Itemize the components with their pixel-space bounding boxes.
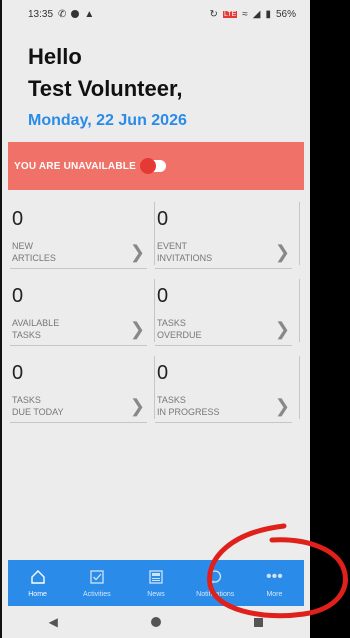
chevron-right-icon: ❯ <box>274 396 290 416</box>
wifi-icon: ≈ <box>242 8 248 20</box>
tile-divider <box>155 268 292 269</box>
volte-icon: LTE <box>222 10 238 18</box>
tile-new-articles[interactable]: 0 NEW ARTICLES ❯ <box>10 198 155 275</box>
back-icon[interactable]: ◀ <box>49 615 58 629</box>
tile-divider <box>155 345 292 346</box>
tile-label: TASKS OVERDUE <box>157 318 202 340</box>
tile-divider <box>155 422 292 423</box>
availability-label: YOU ARE UNAVAILABLE <box>14 160 136 172</box>
tile-label: EVENT INVITATIONS <box>157 241 213 263</box>
tile-separator <box>299 356 300 419</box>
battery-percent: 56% <box>275 8 296 20</box>
checkbox-icon <box>89 569 105 585</box>
current-date: Monday, 22 Jun 2026 <box>28 112 187 129</box>
tile-tasks-due-today[interactable]: 0 TASKS DUE TODAY ❯ <box>10 352 155 429</box>
stats-grid: 0 NEW ARTICLES ❯ 0 EVENT INVITATIONS ❯ 0… <box>10 198 300 429</box>
tile-divider <box>10 268 147 269</box>
chevron-right-icon: ❯ <box>129 242 145 262</box>
status-bar: 13:35 ✆ ▲ ↻ LTE ≈ ◢ ▮ 56% <box>2 0 310 28</box>
tile-separator <box>299 279 300 342</box>
nav-activities[interactable]: Activities <box>67 560 126 606</box>
nav-label: Activities <box>82 590 111 598</box>
app-icon: ▲ <box>84 8 95 20</box>
chevron-right-icon: ❯ <box>129 396 145 416</box>
battery-icon: ▮ <box>265 8 271 20</box>
tile-separator <box>299 202 300 265</box>
record-dot-icon <box>71 10 80 18</box>
chevron-right-icon: ❯ <box>129 319 145 339</box>
tile-count: 0 <box>12 208 24 230</box>
greeting-name: Test Volunteer, <box>28 76 183 101</box>
tile-count: 0 <box>157 362 169 384</box>
tile-count: 0 <box>157 285 169 307</box>
tile-label: NEW ARTICLES <box>12 241 56 263</box>
signal-icon: ◢ <box>252 8 261 20</box>
availability-banner: YOU ARE UNAVAILABLE <box>8 142 304 190</box>
chevron-right-icon: ❯ <box>274 242 290 262</box>
tile-tasks-overdue[interactable]: 0 TASKS OVERDUE ❯ <box>155 275 300 352</box>
status-time: 13:35 <box>28 8 54 20</box>
tile-divider <box>10 422 147 423</box>
nav-label: News <box>147 590 165 598</box>
greeting: Hello Test Volunteer, <box>28 44 182 102</box>
highlight-circle-annotation <box>207 523 348 619</box>
vibrate-icon: ↻ <box>209 8 218 20</box>
chevron-right-icon: ❯ <box>274 319 290 339</box>
greeting-hello: Hello <box>28 44 82 69</box>
whatsapp-icon: ✆ <box>58 8 67 20</box>
tile-divider <box>10 345 147 346</box>
toggle-knob <box>139 158 156 174</box>
tile-tasks-in-progress[interactable]: 0 TASKS IN PROGRESS ❯ <box>155 352 300 429</box>
tile-event-invitations[interactable]: 0 EVENT INVITATIONS ❯ <box>155 198 300 275</box>
nav-home[interactable]: Home <box>8 560 67 606</box>
news-icon <box>148 569 164 585</box>
tile-label: AVAILABLE TASKS <box>12 318 60 340</box>
tile-count: 0 <box>157 208 169 230</box>
tile-label: TASKS DUE TODAY <box>12 395 64 417</box>
availability-toggle[interactable] <box>139 158 166 174</box>
nav-news[interactable]: News <box>126 560 185 606</box>
home-button-icon[interactable] <box>151 617 162 627</box>
tile-count: 0 <box>12 285 24 307</box>
tile-available-tasks[interactable]: 0 AVAILABLE TASKS ❯ <box>10 275 155 352</box>
tile-count: 0 <box>12 362 24 384</box>
tile-label: TASKS IN PROGRESS <box>157 395 220 417</box>
home-icon <box>30 569 46 585</box>
nav-label: Home <box>28 590 47 598</box>
